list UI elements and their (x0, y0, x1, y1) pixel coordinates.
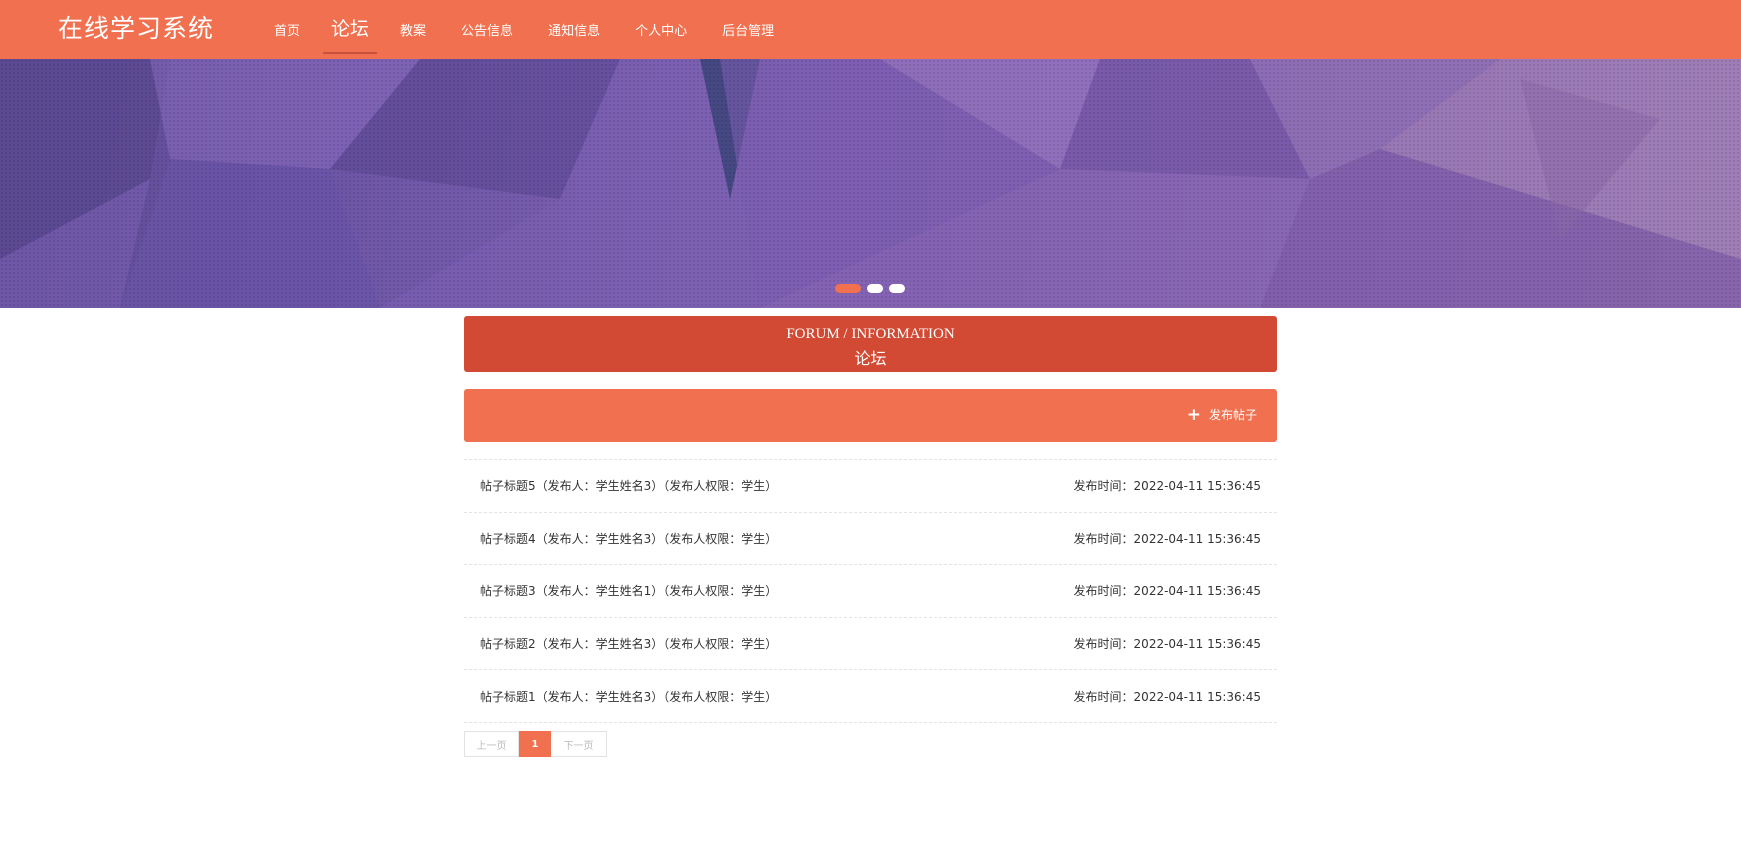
post-time: 发布时间：2022-04-11 15:36:45 (1073, 479, 1261, 494)
section-title-zh: 论坛 (854, 349, 887, 368)
post-time: 发布时间：2022-04-11 15:36:45 (1073, 531, 1261, 546)
banner-texture (0, 59, 1741, 308)
publish-post-button[interactable]: + 发布帖子 (1187, 406, 1257, 423)
top-header: 在线学习系统 首页 论坛 教案 公告信息 通知信息 个人中心 后台管理 (0, 0, 1741, 59)
carousel-dot-2[interactable] (867, 284, 883, 293)
post-time: 发布时间：2022-04-11 15:36:45 (1073, 637, 1261, 652)
list-item[interactable]: 帖子标题4（发布人：学生姓名3）（发布人权限：学生） 发布时间：2022-04-… (464, 513, 1277, 566)
section-title-box: FORUM / INFORMATION 论坛 (464, 316, 1277, 372)
nav-item-lesson-plans[interactable]: 教案 (388, 0, 438, 59)
list-item[interactable]: 帖子标题1（发布人：学生姓名3）（发布人权限：学生） 发布时间：2022-04-… (464, 670, 1277, 723)
next-page-button[interactable]: 下一页 (551, 731, 607, 757)
nav-item-personal-center[interactable]: 个人中心 (623, 0, 699, 59)
list-item[interactable]: 帖子标题2（发布人：学生姓名3）（发布人权限：学生） 发布时间：2022-04-… (464, 618, 1277, 671)
plus-icon: + (1186, 404, 1201, 425)
page-number-1[interactable]: 1 (519, 731, 551, 757)
list-item[interactable]: 帖子标题5（发布人：学生姓名3）（发布人权限：学生） 发布时间：2022-04-… (464, 460, 1277, 513)
site-title[interactable]: 在线学习系统 (58, 9, 214, 45)
main-nav: 首页 论坛 教案 公告信息 通知信息 个人中心 后台管理 (262, 0, 797, 59)
list-item[interactable]: 帖子标题3（发布人：学生姓名1）（发布人权限：学生） 发布时间：2022-04-… (464, 565, 1277, 618)
banner-carousel (0, 59, 1741, 308)
nav-item-announcements[interactable]: 公告信息 (449, 0, 525, 59)
post-time: 发布时间：2022-04-11 15:36:45 (1073, 689, 1261, 704)
post-title[interactable]: 帖子标题5（发布人：学生姓名3）（发布人权限：学生） (480, 477, 777, 494)
post-time: 发布时间：2022-04-11 15:36:45 (1073, 584, 1261, 599)
pagination: 上一页 1 下一页 (464, 731, 607, 757)
publish-post-label: 发布帖子 (1208, 408, 1257, 422)
carousel-dot-3[interactable] (889, 284, 905, 293)
nav-item-home[interactable]: 首页 (262, 0, 312, 59)
section-title-en: FORUM / INFORMATION (786, 326, 955, 342)
post-title[interactable]: 帖子标题1（发布人：学生姓名3）（发布人权限：学生） (480, 688, 777, 705)
post-title[interactable]: 帖子标题3（发布人：学生姓名1）（发布人权限：学生） (480, 582, 777, 599)
carousel-dot-1[interactable] (835, 284, 861, 293)
nav-item-notifications[interactable]: 通知信息 (536, 0, 612, 59)
post-title[interactable]: 帖子标题2（发布人：学生姓名3）（发布人权限：学生） (480, 635, 777, 652)
post-title[interactable]: 帖子标题4（发布人：学生姓名3）（发布人权限：学生） (480, 530, 777, 547)
action-bar: + 发布帖子 (464, 389, 1277, 442)
nav-item-forum[interactable]: 论坛 (323, 0, 378, 59)
prev-page-button[interactable]: 上一页 (464, 731, 519, 757)
post-list: 帖子标题5（发布人：学生姓名3）（发布人权限：学生） 发布时间：2022-04-… (464, 459, 1277, 723)
carousel-indicators (835, 284, 905, 293)
nav-item-admin[interactable]: 后台管理 (710, 0, 786, 59)
